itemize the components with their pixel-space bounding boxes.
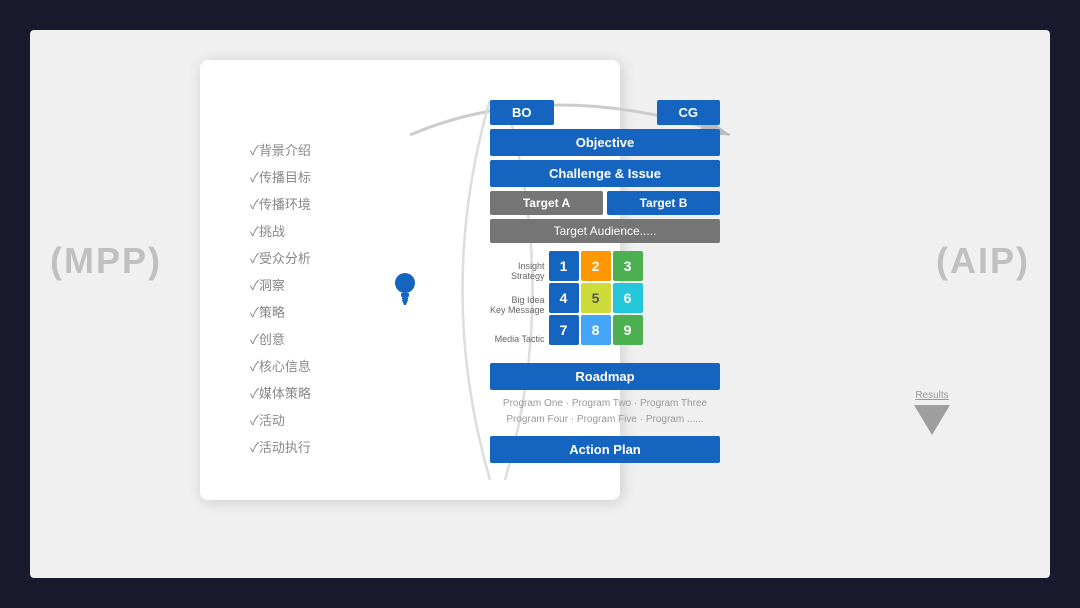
checklist-item-6: ✓洞察	[250, 275, 311, 294]
mpp-label: (MPP)	[50, 240, 162, 282]
target-row: Target A Target B	[490, 191, 720, 215]
checklist-item-3: ✓传播环境	[250, 194, 311, 213]
media-tactic-label: Media Tactic	[490, 323, 545, 355]
checklist-item-2: ✓传播目标	[250, 167, 311, 186]
big-idea-label: Big IdeaKey Message	[490, 289, 545, 321]
cell-6[interactable]: 6	[613, 283, 643, 313]
checklist-item-10: ✓媒体策略	[250, 383, 311, 402]
cell-8[interactable]: 8	[581, 315, 611, 345]
cell-5[interactable]: 5	[581, 283, 611, 313]
results-section: Results	[914, 390, 950, 435]
objective-button[interactable]: Objective	[490, 129, 720, 156]
programs-line-1: Program One · Program Two · Program Thre…	[490, 396, 720, 412]
grid-cells: 1 2 3 4 5 6 7 8 9	[549, 251, 643, 345]
target-b-button[interactable]: Target B	[607, 191, 720, 215]
programs-line-2: Program Four · Program Five · Program ..…	[490, 412, 720, 428]
programs-section: Program One · Program Two · Program Thre…	[490, 396, 720, 428]
grid-section: InsightStrategy Big IdeaKey Message Medi…	[490, 251, 720, 355]
checklist-item-5: ✓受众分析	[250, 248, 311, 267]
checklist-item-11: ✓活动	[250, 410, 311, 429]
checklist-item-12: ✓活动执行	[250, 437, 311, 456]
cell-1[interactable]: 1	[549, 251, 579, 281]
checklist-item-1: ✓背景介绍	[250, 140, 311, 159]
results-label[interactable]: Results	[915, 390, 948, 401]
checklist-item-9: ✓核心信息	[250, 356, 311, 375]
target-a-button[interactable]: Target A	[490, 191, 603, 215]
cg-button[interactable]: CG	[657, 100, 721, 125]
right-content-area: BO CG Objective Challenge & Issue Target…	[490, 100, 720, 463]
grid-labels: InsightStrategy Big IdeaKey Message Medi…	[490, 251, 545, 355]
cell-9[interactable]: 9	[613, 315, 643, 345]
checklist-item-8: ✓创意	[250, 329, 311, 348]
challenge-button[interactable]: Challenge & Issue	[490, 160, 720, 187]
bo-cg-row: BO CG	[490, 100, 720, 125]
cell-7[interactable]: 7	[549, 315, 579, 345]
aip-label: (AIP)	[936, 240, 1030, 282]
insight-label: InsightStrategy	[490, 255, 545, 287]
cell-2[interactable]: 2	[581, 251, 611, 281]
roadmap-button[interactable]: Roadmap	[490, 363, 720, 390]
down-arrow-icon	[914, 405, 950, 435]
action-plan-button[interactable]: Action Plan	[490, 436, 720, 463]
cell-3[interactable]: 3	[613, 251, 643, 281]
bulb-icon	[390, 270, 420, 310]
bo-button[interactable]: BO	[490, 100, 554, 125]
cell-4[interactable]: 4	[549, 283, 579, 313]
target-audience-button[interactable]: Target Audience.....	[490, 219, 720, 243]
checklist-item-4: ✓挑战	[250, 221, 311, 240]
checklist-item-7: ✓策略	[250, 302, 311, 321]
checklist: ✓背景介绍 ✓传播目标 ✓传播环境 ✓挑战 ✓受众分析 ✓洞察 ✓策略 ✓创意 …	[250, 140, 311, 456]
